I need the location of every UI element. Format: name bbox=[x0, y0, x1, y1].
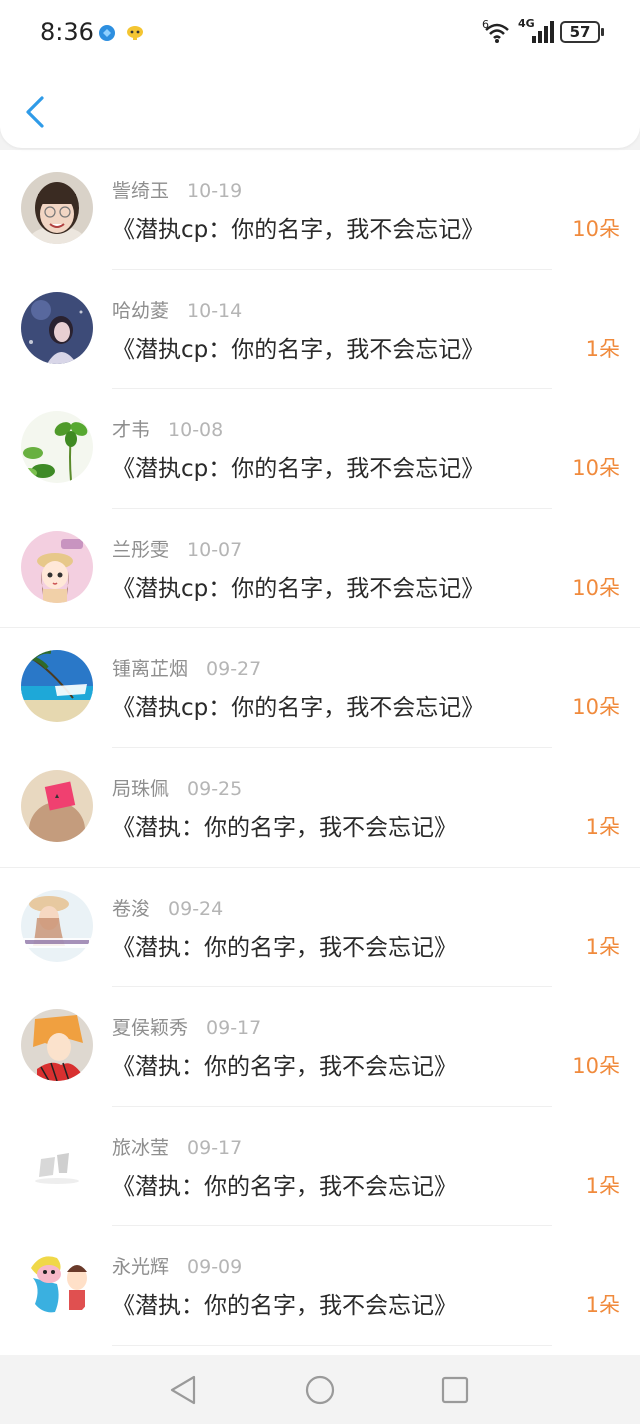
list-item[interactable]: 訾绮玉 10-19 《潜执cp：你的名字，我不会忘记》 10朵 bbox=[0, 150, 640, 270]
flower-count: 10朵 bbox=[572, 1054, 620, 1079]
avatar bbox=[21, 291, 93, 364]
sender-name: 旅冰莹 bbox=[112, 1136, 170, 1159]
item-date: 10-19 bbox=[187, 180, 243, 202]
item-date: 10-14 bbox=[187, 299, 243, 322]
status-right: 6 4G 57 bbox=[482, 17, 604, 46]
sender-name: 夏侯颖秀 bbox=[112, 1017, 189, 1040]
list-item[interactable]: 卷浚 09-24 《潜执：你的名字，我不会忘记》 1朵 bbox=[0, 868, 640, 988]
list-item[interactable]: 旅冰莹 09-17 《潜执：你的名字，我不会忘记》 1朵 bbox=[0, 1107, 640, 1227]
avatar bbox=[21, 411, 93, 484]
item-title: 《潜执cp：你的名字，我不会忘记》 bbox=[112, 695, 485, 722]
yellow-app-icon bbox=[127, 26, 143, 40]
flower-count: 1朵 bbox=[585, 934, 620, 959]
item-title: 《潜执cp：你的名字，我不会忘记》 bbox=[112, 575, 485, 602]
back-triangle-icon[interactable] bbox=[166, 1373, 200, 1407]
item-date: 10-08 bbox=[168, 419, 224, 442]
item-date: 09-24 bbox=[168, 897, 224, 920]
flower-count: 10朵 bbox=[572, 456, 620, 481]
sender-name: 才韦 bbox=[112, 419, 151, 442]
flower-count: 1朵 bbox=[585, 1293, 620, 1318]
avatar bbox=[21, 1128, 93, 1201]
sender-name: 永光辉 bbox=[112, 1256, 170, 1279]
item-title: 《潜执：你的名字，我不会忘记》 bbox=[112, 1293, 457, 1320]
item-title: 《潜执：你的名字，我不会忘记》 bbox=[112, 814, 457, 841]
home-circle-icon[interactable] bbox=[303, 1373, 337, 1407]
item-meta: 永光辉 09-09 bbox=[112, 1252, 242, 1279]
chevron-left-icon bbox=[26, 96, 44, 128]
item-date: 09-25 bbox=[187, 777, 243, 800]
avatar bbox=[21, 650, 93, 723]
item-date: 10-07 bbox=[187, 538, 243, 561]
item-title: 《潜执：你的名字，我不会忘记》 bbox=[112, 934, 457, 961]
item-meta: 哈幼菱 10-14 bbox=[112, 296, 242, 323]
item-meta: 旅冰莹 09-17 bbox=[112, 1133, 242, 1160]
wifi-badge: 6 bbox=[482, 18, 489, 31]
status-time: 8:36 bbox=[40, 18, 94, 46]
cellular-indicator: 4G bbox=[518, 17, 554, 44]
item-meta: 才韦 10-08 bbox=[112, 415, 223, 442]
item-meta: 卷浚 09-24 bbox=[112, 894, 223, 921]
system-nav-bar bbox=[0, 1355, 640, 1424]
avatar bbox=[21, 530, 93, 603]
list-item[interactable]: 局珠佩 09-25 《潜执：你的名字，我不会忘记》 1朵 bbox=[0, 748, 640, 868]
list-item[interactable]: 才韦 10-08 《潜执cp：你的名字，我不会忘记》 10朵 bbox=[0, 389, 640, 509]
list-item[interactable]: 夏侯颖秀 09-17 《潜执：你的名字，我不会忘记》 10朵 bbox=[0, 987, 640, 1107]
list-item[interactable]: 永光辉 09-09 《潜执：你的名字，我不会忘记》 1朵 bbox=[0, 1226, 640, 1346]
sender-name: 卷浚 bbox=[112, 897, 151, 920]
item-meta: 局珠佩 09-25 bbox=[112, 774, 242, 801]
sender-name: 兰彤雯 bbox=[112, 538, 170, 561]
item-title: 《潜执：你的名字，我不会忘记》 bbox=[112, 1173, 457, 1200]
wifi-indicator: 6 bbox=[482, 18, 512, 44]
avatar bbox=[21, 889, 93, 962]
sender-name: 锺离芷烟 bbox=[112, 658, 189, 681]
list-item[interactable]: 兰彤雯 10-07 《潜执cp：你的名字，我不会忘记》 10朵 bbox=[0, 509, 640, 629]
flower-count: 1朵 bbox=[585, 814, 620, 839]
screen: 8:36 6 4G 57 訾绮玉 10-19 《潜执cp：你的名字，我不会忘记》… bbox=[0, 0, 640, 1424]
avatar bbox=[21, 769, 93, 842]
item-meta: 夏侯颖秀 09-17 bbox=[112, 1013, 261, 1040]
sender-name: 哈幼菱 bbox=[112, 299, 170, 322]
item-date: 09-17 bbox=[187, 1136, 243, 1159]
item-meta: 兰彤雯 10-07 bbox=[112, 535, 242, 562]
battery-icon: 57 bbox=[560, 21, 604, 43]
list-item[interactable]: 哈幼菱 10-14 《潜执cp：你的名字，我不会忘记》 1朵 bbox=[0, 270, 640, 390]
item-title: 《潜执cp：你的名字，我不会忘记》 bbox=[112, 217, 485, 243]
item-meta: 锺离芷烟 09-27 bbox=[112, 654, 261, 681]
flower-count: 10朵 bbox=[572, 217, 620, 241]
item-date: 09-27 bbox=[206, 658, 262, 681]
signal-icon bbox=[532, 21, 554, 43]
item-meta: 訾绮玉 10-19 bbox=[112, 176, 242, 203]
flower-count: 10朵 bbox=[572, 695, 620, 720]
list-item[interactable]: 锺离芷烟 09-27 《潜执cp：你的名字，我不会忘记》 10朵 bbox=[0, 628, 640, 748]
avatar bbox=[21, 1009, 93, 1082]
status-bar: 8:36 6 4G 57 bbox=[0, 0, 640, 68]
item-date: 09-09 bbox=[187, 1256, 243, 1279]
back-button[interactable] bbox=[22, 94, 48, 130]
sender-name: 訾绮玉 bbox=[112, 180, 170, 202]
item-date: 09-17 bbox=[206, 1017, 262, 1040]
sender-name: 局珠佩 bbox=[112, 777, 170, 800]
item-title: 《潜执：你的名字，我不会忘记》 bbox=[112, 1054, 457, 1081]
avatar bbox=[21, 1248, 93, 1321]
gift-list: 訾绮玉 10-19 《潜执cp：你的名字，我不会忘记》 10朵 哈幼菱 10-14 … bbox=[0, 150, 640, 1355]
avatar bbox=[21, 172, 93, 244]
blue-app-icon bbox=[99, 25, 115, 41]
flower-count: 1朵 bbox=[585, 336, 620, 361]
recents-square-icon[interactable] bbox=[438, 1373, 472, 1407]
flower-count: 1朵 bbox=[585, 1173, 620, 1198]
item-title: 《潜执cp：你的名字，我不会忘记》 bbox=[112, 456, 485, 483]
header-card: 8:36 6 4G 57 bbox=[0, 0, 640, 148]
item-title: 《潜执cp：你的名字，我不会忘记》 bbox=[112, 336, 485, 363]
flower-count: 10朵 bbox=[572, 575, 620, 600]
